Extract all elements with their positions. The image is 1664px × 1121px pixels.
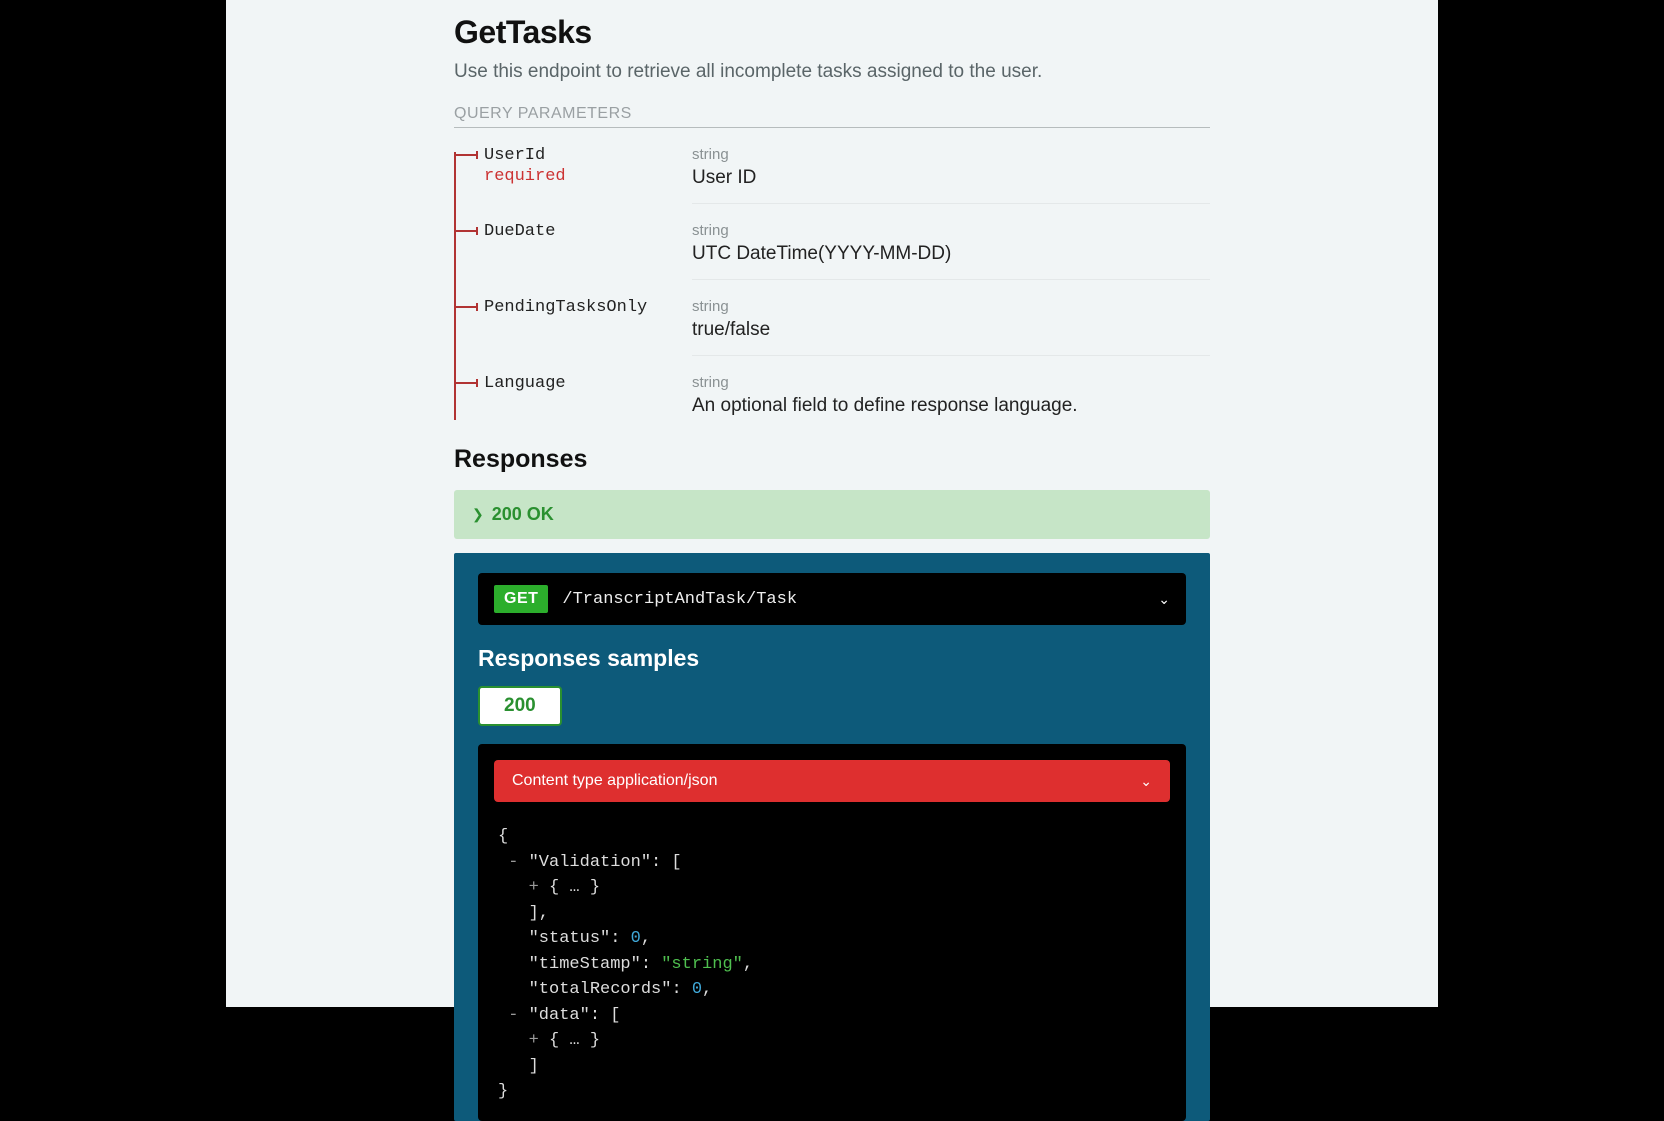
param-description: UTC DateTime(YYYY-MM-DD) (692, 243, 1210, 265)
query-parameters-list: UserId required string User ID DueDate s… (454, 128, 1210, 431)
param-name: UserId (484, 146, 545, 165)
response-status-label: 200 OK (492, 504, 554, 525)
chevron-down-icon: ⌄ (1140, 773, 1152, 790)
param-name: DueDate (484, 222, 555, 241)
chevron-down-icon: ⌄ (1158, 591, 1170, 608)
endpoint-path: /TranscriptAndTask/Task (562, 590, 1144, 609)
page-subtitle: Use this endpoint to retrieve all incomp… (454, 61, 1210, 83)
code-panel: Content type application/json ⌄ { - "Val… (478, 744, 1186, 1121)
param-type: string (692, 146, 1210, 163)
param-row-language: Language string An optional field to def… (454, 356, 1210, 431)
param-type: string (692, 298, 1210, 315)
tree-branch-icon (454, 306, 476, 308)
tree-branch-icon (454, 382, 476, 384)
response-200-toggle[interactable]: ❯ 200 OK (454, 490, 1210, 539)
collapse-toggle-icon[interactable]: - (508, 853, 518, 872)
param-row-pendingtasksonly: PendingTasksOnly string true/false (454, 280, 1210, 356)
responses-heading: Responses (454, 445, 1210, 474)
tree-branch-icon (454, 230, 476, 232)
samples-panel: GET /TranscriptAndTask/Task ⌄ Responses … (454, 553, 1210, 1121)
chevron-right-icon: ❯ (472, 506, 484, 523)
expand-toggle-icon[interactable]: + (529, 1031, 539, 1050)
expand-toggle-icon[interactable]: + (529, 878, 539, 897)
page-title: GetTasks (454, 14, 1210, 51)
json-sample: { - "Validation": [ + { … } ], "status":… (494, 824, 1170, 1105)
collapse-toggle-icon[interactable]: - (508, 1006, 518, 1025)
param-description: User ID (692, 167, 1210, 189)
param-description: An optional field to define response lan… (692, 395, 1210, 417)
tab-200[interactable]: 200 (478, 686, 562, 726)
tree-branch-icon (454, 154, 476, 156)
param-name: Language (484, 374, 566, 393)
param-name: PendingTasksOnly (484, 298, 647, 317)
http-method-badge: GET (494, 585, 548, 613)
query-parameters-label: QUERY PARAMETERS (454, 105, 1210, 128)
content-type-label: Content type application/json (512, 772, 1140, 790)
content-type-selector[interactable]: Content type application/json ⌄ (494, 760, 1170, 802)
param-type: string (692, 222, 1210, 239)
param-required-label: required (484, 167, 692, 186)
endpoint-bar[interactable]: GET /TranscriptAndTask/Task ⌄ (478, 573, 1186, 625)
responses-samples-heading: Responses samples (478, 645, 1186, 672)
param-description: true/false (692, 319, 1210, 341)
param-row-userid: UserId required string User ID (454, 128, 1210, 204)
param-row-duedate: DueDate string UTC DateTime(YYYY-MM-DD) (454, 204, 1210, 280)
param-type: string (692, 374, 1210, 391)
